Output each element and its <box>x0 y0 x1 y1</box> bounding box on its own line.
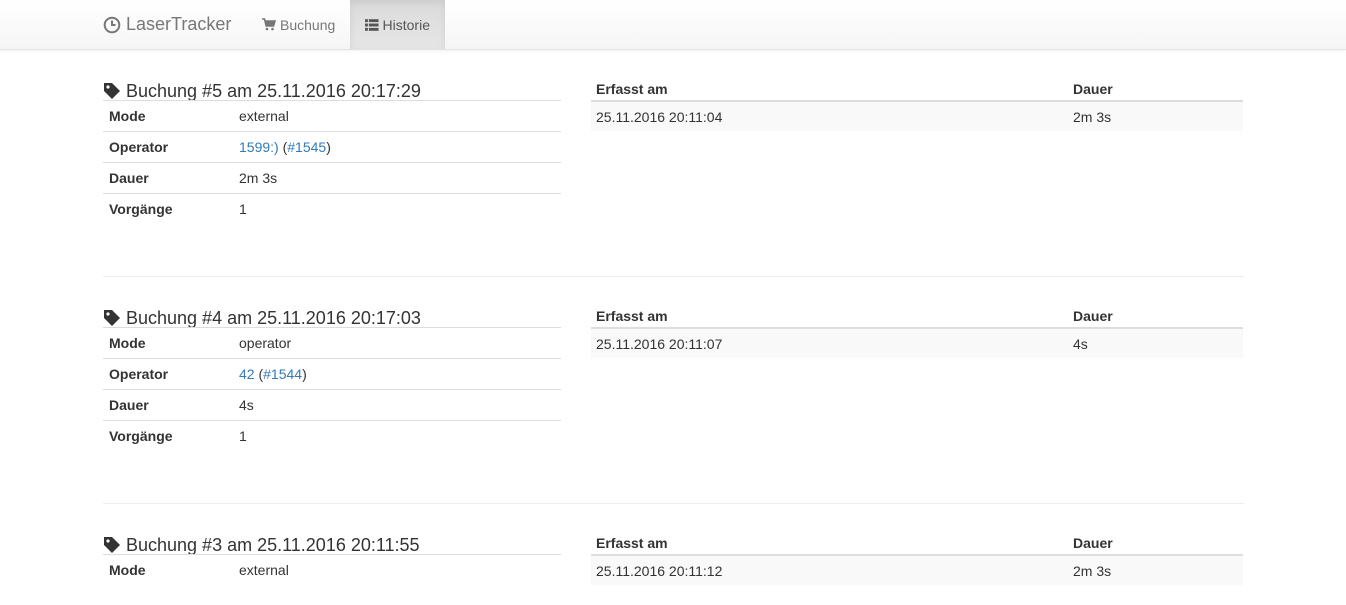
operator-name-link[interactable]: 1599:) <box>239 139 279 155</box>
detail-value: 4s <box>233 389 561 421</box>
nav-item-historie-label: Historie <box>382 16 430 33</box>
detail-label: Vorgänge <box>103 193 233 224</box>
entry-recorded: 25.11.2016 20:11:07 <box>591 328 1068 358</box>
detail-row-operator: Operator 1599:) (#1545) <box>103 131 561 163</box>
detail-row-count: Vorgänge 1 <box>103 193 561 224</box>
table-row: 25.11.2016 20:11:07 4s <box>591 328 1243 358</box>
detail-label: Vorgänge <box>103 420 233 451</box>
detail-row-duration: Dauer 4s <box>103 389 561 421</box>
operator-id-link[interactable]: #1544 <box>263 366 302 382</box>
detail-value: 1 <box>233 193 561 224</box>
detail-row-mode: Mode external <box>103 554 561 585</box>
operator-paren-open: ( <box>278 139 288 155</box>
operator-id-link[interactable]: #1545 <box>287 139 326 155</box>
detail-row-duration: Dauer 2m 3s <box>103 162 561 194</box>
booking-title: Buchung #5 am 25.11.2016 20:17:29 <box>126 80 421 101</box>
detail-row-mode: Mode operator <box>103 327 561 359</box>
detail-value: external <box>233 554 561 585</box>
detail-value: 42 (#1544) <box>233 358 561 390</box>
entries-header: Erfasst am Dauer <box>591 532 1243 556</box>
brand-label: LaserTracker <box>126 14 232 34</box>
booking-details-table: Mode external Operator 1599:) (#1545) Da… <box>103 100 561 224</box>
booking-details-table: Mode external <box>103 554 561 585</box>
nav-item-buchung[interactable]: Buchung <box>247 0 350 49</box>
column-header-recorded: Erfasst am <box>591 78 1068 102</box>
detail-value: 2m 3s <box>233 162 561 194</box>
entry-recorded: 25.11.2016 20:11:04 <box>591 101 1068 131</box>
entries-header: Erfasst am Dauer <box>591 305 1243 329</box>
table-row: 25.11.2016 20:11:04 2m 3s <box>591 101 1243 131</box>
detail-label: Mode <box>103 554 233 585</box>
cart-icon <box>262 18 276 31</box>
nav-item-buchung-label: Buchung <box>280 16 336 33</box>
entries-table: Erfasst am Dauer 25.11.2016 20:11:12 2m … <box>591 532 1243 585</box>
booking-details-table: Mode operator Operator 42 (#1544) Dauer … <box>103 327 561 451</box>
entries-table: Erfasst am Dauer 25.11.2016 20:11:04 2m … <box>591 78 1243 131</box>
booking-panel: Buchung #3 am 25.11.2016 20:11:55 Mode e… <box>103 532 1244 605</box>
tag-icon <box>104 83 120 99</box>
list-icon <box>365 18 379 31</box>
operator-paren-open: ( <box>254 366 264 382</box>
detail-row-operator: Operator 42 (#1544) <box>103 358 561 390</box>
detail-row-count: Vorgänge 1 <box>103 420 561 451</box>
booking-title: Buchung #4 am 25.11.2016 20:17:03 <box>126 307 421 328</box>
column-header-duration: Dauer <box>1068 78 1243 102</box>
booking-panel: Buchung #4 am 25.11.2016 20:17:03 Mode o… <box>103 305 1244 532</box>
nav-item-historie[interactable]: Historie <box>350 0 445 49</box>
table-row: 25.11.2016 20:11:12 2m 3s <box>591 555 1243 585</box>
detail-row-mode: Mode external <box>103 100 561 132</box>
detail-label: Dauer <box>103 162 233 194</box>
detail-label: Operator <box>103 358 233 390</box>
navbar: LaserTracker Buchung Historie <box>0 0 1346 50</box>
detail-value: external <box>233 100 561 132</box>
entry-duration: 2m 3s <box>1068 101 1243 131</box>
detail-label: Mode <box>103 100 233 132</box>
tag-icon <box>104 537 120 553</box>
detail-value: operator <box>233 327 561 359</box>
detail-label: Dauer <box>103 389 233 421</box>
tag-icon <box>104 310 120 326</box>
column-header-recorded: Erfasst am <box>591 532 1068 556</box>
column-header-duration: Dauer <box>1068 305 1243 329</box>
divider <box>103 503 1244 504</box>
booking-title: Buchung #3 am 25.11.2016 20:11:55 <box>126 534 420 555</box>
detail-label: Operator <box>103 131 233 163</box>
entry-duration: 4s <box>1068 328 1243 358</box>
clock-icon <box>103 16 121 33</box>
brand-link[interactable]: LaserTracker <box>103 0 231 49</box>
detail-value: 1 <box>233 420 561 451</box>
operator-name-link[interactable]: 42 <box>239 366 255 382</box>
detail-label: Mode <box>103 327 233 359</box>
entries-table: Erfasst am Dauer 25.11.2016 20:11:07 4s <box>591 305 1243 358</box>
entry-duration: 2m 3s <box>1068 555 1243 585</box>
detail-value: 1599:) (#1545) <box>233 131 561 163</box>
entries-header: Erfasst am Dauer <box>591 78 1243 102</box>
operator-paren-close: ) <box>326 139 331 155</box>
booking-panel: Buchung #5 am 25.11.2016 20:17:29 Mode e… <box>103 78 1244 305</box>
column-header-recorded: Erfasst am <box>591 305 1068 329</box>
column-header-duration: Dauer <box>1068 532 1243 556</box>
operator-paren-close: ) <box>302 366 307 382</box>
divider <box>103 276 1244 277</box>
entry-recorded: 25.11.2016 20:11:12 <box>591 555 1068 585</box>
